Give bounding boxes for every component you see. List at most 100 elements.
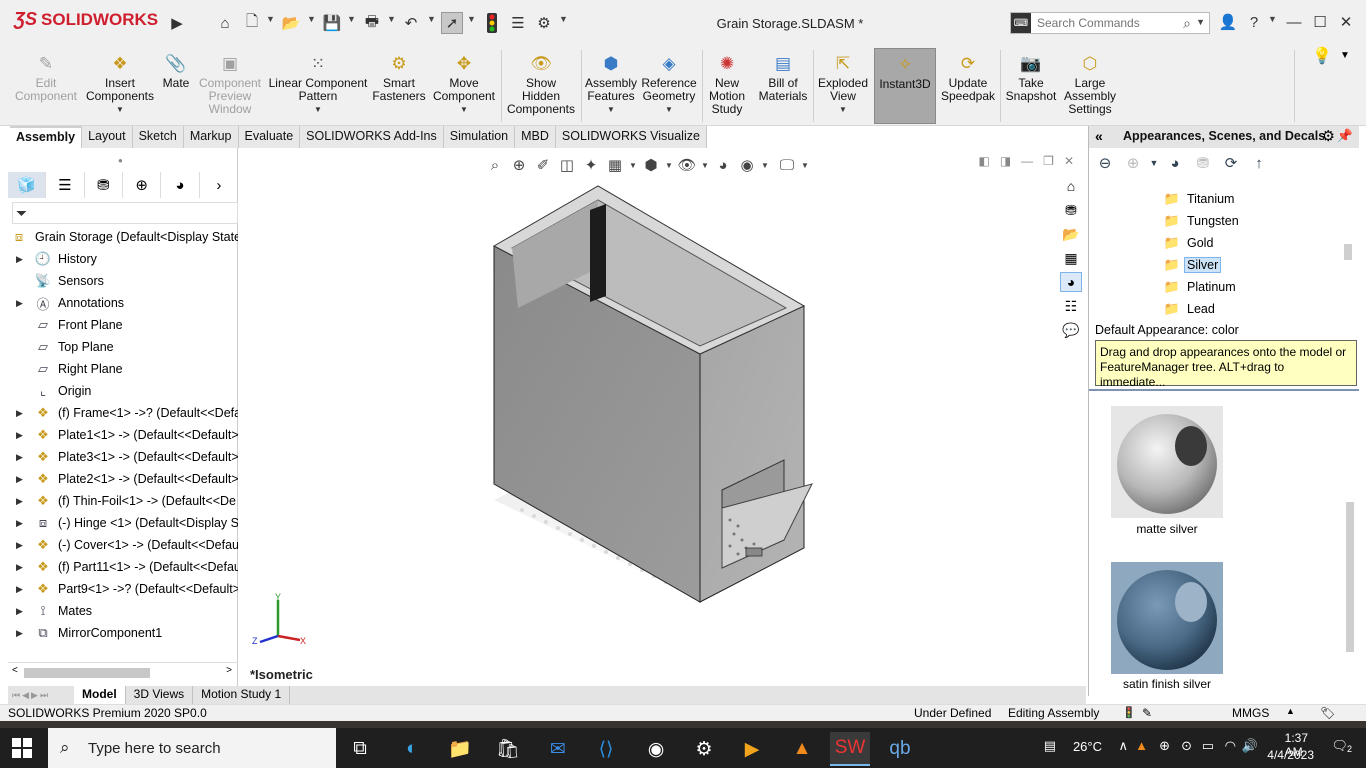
open-folder-icon[interactable]: 📂 — [280, 12, 302, 34]
save-icon[interactable]: 💾 — [321, 12, 343, 34]
expand-arrow-icon[interactable]: ▶ — [16, 474, 26, 485]
chevron-up-icon[interactable]: ▲ — [1286, 706, 1295, 716]
vertical-scrollbar[interactable] — [1344, 188, 1354, 316]
weather-temperature[interactable]: 26°C — [1073, 739, 1102, 754]
exploded-view-button[interactable]: ⇱ Exploded View ▼ — [816, 48, 870, 124]
chevron-down-icon[interactable]: ▼ — [460, 103, 468, 116]
expand-arrow-icon[interactable]: ▶ — [16, 628, 26, 639]
search-commands-input[interactable] — [1031, 16, 1171, 30]
user-account-icon[interactable]: 👤 — [1218, 12, 1238, 32]
chevron-down-icon[interactable]: ▼ — [266, 14, 275, 24]
take-snapshot-button[interactable]: 📷 Take Snapshot — [1004, 48, 1058, 124]
scrollbar-thumb[interactable] — [1344, 244, 1352, 260]
viewport-close-icon[interactable]: ✕ — [1064, 154, 1074, 168]
chevron-down-icon[interactable]: ▼ — [607, 103, 615, 116]
tree-node[interactable]: ▶ ❖ Plate3<1> -> (Default<<Default> — [8, 446, 238, 468]
file-explorer-icon[interactable]: 📁 — [440, 732, 480, 766]
solidworks-logo[interactable]: ƷS SOLIDWORKS — [14, 9, 158, 30]
tab-assembly[interactable]: Assembly — [10, 126, 83, 148]
satin-finish-silver-swatch[interactable] — [1111, 562, 1223, 674]
tree-node[interactable]: ▶ ⧉ MirrorComponent1 — [8, 622, 238, 644]
move-component-button[interactable]: ✥ Move Component ▼ — [430, 48, 498, 124]
tree-node[interactable]: ▱ Top Plane — [8, 336, 238, 358]
chevron-down-icon[interactable]: ▼ — [387, 14, 396, 24]
chevron-down-icon[interactable]: ▼ — [1268, 14, 1277, 24]
tree-node[interactable]: ▱ Front Plane — [8, 314, 238, 336]
chevron-down-icon[interactable]: ▼ — [467, 14, 476, 24]
search-commands-box[interactable]: ⌨ ⌕ ▼ — [1010, 12, 1210, 34]
collapse-pane-icon[interactable]: « — [1095, 128, 1103, 144]
expand-arrow-icon[interactable]: ▶ — [16, 408, 26, 419]
chevron-up-icon[interactable]: ∧ — [1118, 738, 1128, 754]
options-gear-icon[interactable]: ⚙ — [533, 12, 555, 34]
tree-node[interactable]: ▶ 🕘 History — [8, 248, 238, 270]
expand-arrow-icon[interactable]: ▶ — [16, 430, 26, 441]
pin-icon[interactable]: 📌 — [1337, 128, 1353, 144]
chevron-down-icon[interactable]: ▼ — [307, 14, 316, 24]
tab-model[interactable]: Model — [74, 686, 126, 704]
settings-gear-icon[interactable]: ⚙ — [684, 732, 724, 766]
expand-arrow-icon[interactable]: ▶ — [16, 298, 26, 309]
tree-node[interactable]: ▶ ❖ (f) Thin-Foil<1> -> (Default<<De — [8, 490, 238, 512]
appearance-ball-icon[interactable]: ◕ — [1163, 152, 1187, 174]
help-icon[interactable]: ? — [1244, 12, 1264, 32]
tree-node[interactable]: ▶ ⟟ Mates — [8, 600, 238, 622]
next-tab-icon[interactable]: ▶ — [31, 690, 38, 701]
material-folder-item[interactable]: 📁 Silver — [1089, 254, 1343, 276]
reference-geometry-button[interactable]: ◈ Reference Geometry ▼ — [640, 48, 698, 124]
add-to-library-icon[interactable]: ⛃ — [1191, 152, 1215, 174]
task-view-icon[interactable]: ⧉ — [340, 732, 380, 766]
taskbar-search-box[interactable]: ⌕ Type here to search — [48, 728, 336, 768]
expand-arrow-icon[interactable]: ▶ — [16, 540, 26, 551]
weather-icon[interactable]: ▤ — [1044, 738, 1056, 754]
bill-of-materials-button[interactable]: ▤ Bill of Materials — [756, 48, 810, 124]
mate-button[interactable]: 📎 Mate — [158, 48, 194, 124]
tree-node[interactable]: ▶ ⧈ (-) Hinge <1> (Default<Display St — [8, 512, 238, 534]
chevron-down-icon[interactable]: ▼ — [1196, 17, 1205, 27]
tag-icon[interactable]: 🏷 — [1320, 706, 1335, 720]
tree-node[interactable]: ▶ ❖ Plate2<1> -> (Default<<Default> — [8, 468, 238, 490]
last-tab-icon[interactable]: ⏭ — [40, 690, 48, 701]
chevron-down-icon[interactable]: ▼ — [839, 103, 847, 116]
material-folder-item[interactable]: 📁 Platinum — [1089, 276, 1343, 298]
prev-tab-icon[interactable]: ◀ — [22, 690, 29, 701]
visual-studio-code-icon[interactable]: ⟨⟩ — [586, 732, 626, 766]
panel-splitter-handle[interactable]: ● — [118, 156, 123, 165]
chevron-down-icon[interactable]: ▼ — [427, 14, 436, 24]
matte-silver-swatch[interactable] — [1111, 406, 1223, 518]
quick-tips-icon[interactable]: ✎ — [1142, 706, 1152, 720]
chevron-down-icon[interactable]: ▼ — [665, 103, 673, 116]
filter-icon[interactable]: ⏷ — [16, 205, 27, 222]
forum-icon[interactable]: 💬 — [1060, 320, 1082, 340]
new-document-icon[interactable]: 🗋 — [241, 12, 263, 34]
toolbar-options-icon[interactable]: 💡 — [1312, 46, 1332, 66]
tree-node[interactable]: ▶ ❖ (f) Part11<1> -> (Default<<Defau — [8, 556, 238, 578]
expand-menu-icon[interactable]: ▶ — [166, 12, 188, 34]
forward-arrow-icon[interactable]: ⊕ — [1121, 152, 1145, 174]
chevron-down-icon[interactable]: ▼ — [314, 103, 322, 116]
unit-system[interactable]: MMGS — [1232, 706, 1269, 720]
home-icon[interactable]: ⌂ — [214, 12, 236, 34]
options-gear-icon[interactable]: ⚙ — [1322, 127, 1335, 145]
solidworks-taskbar-icon[interactable]: SW — [830, 732, 870, 766]
print-icon[interactable]: 🖶 — [361, 12, 383, 34]
linear-component-pattern-button[interactable]: ⁙ Linear Component Pattern ▼ — [266, 48, 370, 124]
insert-components-button[interactable]: ❖ Insert Components ▼ — [84, 48, 156, 124]
tree-node[interactable]: ▶ ❖ (-) Cover<1> -> (Default<<Defau — [8, 534, 238, 556]
vlc-icon[interactable]: ▲ — [782, 732, 822, 766]
tree-node[interactable]: ▶ Ⓐ Annotations — [8, 292, 238, 314]
pane-splitter[interactable] — [1089, 389, 1359, 394]
tree-node[interactable]: ▶ ❖ Part9<1> ->? (Default<<Default> — [8, 578, 238, 600]
chevron-down-icon[interactable]: ▼ — [1340, 50, 1350, 61]
chevron-down-icon[interactable]: ▼ — [347, 14, 356, 24]
update-speedpak-button[interactable]: ⟳ Update Speedpak — [938, 48, 998, 124]
back-arrow-icon[interactable]: ⊖ — [1093, 152, 1117, 174]
assembly-features-button[interactable]: ⬢ Assembly Features ▼ — [584, 48, 638, 124]
tree-node[interactable]: ▶ ❖ (f) Frame<1> ->? (Default<<Defa — [8, 402, 238, 424]
material-folder-item[interactable]: 📁 Tungsten — [1089, 210, 1343, 232]
clock-date[interactable]: 4/4/2023 — [1267, 748, 1314, 762]
mail-icon[interactable]: ✉ — [538, 732, 578, 766]
file-explorer-icon[interactable]: 📂 — [1060, 224, 1082, 244]
expand-arrow-icon[interactable]: ▶ — [16, 518, 26, 529]
tab-evaluate[interactable]: Evaluate — [238, 126, 301, 148]
